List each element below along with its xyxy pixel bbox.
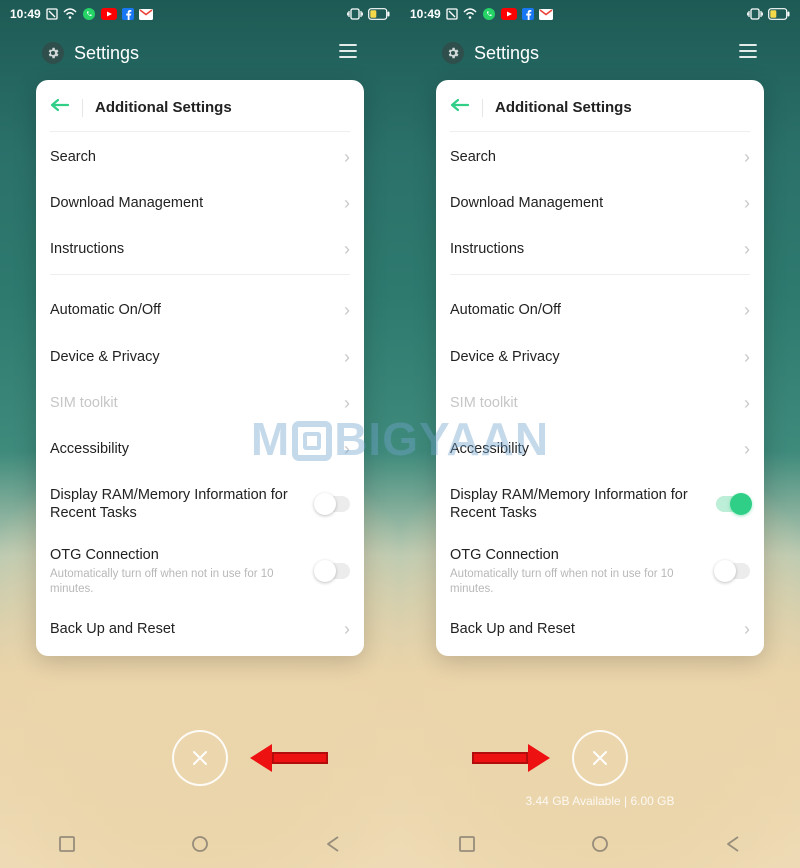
row-sim-toolkit: SIM toolkit› (436, 380, 764, 426)
otg-title: OTG Connection (450, 546, 690, 564)
wifi-icon (63, 8, 77, 20)
status-bar: 10:49 (400, 0, 800, 28)
chevron-right-icon: › (744, 394, 750, 412)
nav-recent-icon[interactable] (37, 820, 97, 868)
recents-title: Settings (74, 43, 139, 64)
chevron-right-icon: › (344, 240, 350, 258)
row-device-privacy[interactable]: Device & Privacy› (436, 334, 764, 380)
nav-back-icon[interactable] (703, 820, 763, 868)
annotation-arrow-left (250, 746, 328, 770)
nav-back-icon[interactable] (303, 820, 363, 868)
row-automatic-on-off[interactable]: Automatic On/Off› (36, 287, 364, 333)
row-download-management[interactable]: Download Management› (436, 180, 764, 226)
chevron-right-icon: › (344, 348, 350, 366)
row-automatic-on-off[interactable]: Automatic On/Off› (436, 287, 764, 333)
row-accessibility[interactable]: Accessibility› (436, 426, 764, 472)
card-title: Additional Settings (95, 99, 232, 116)
battery-icon (768, 8, 790, 20)
clear-all-button[interactable] (572, 730, 628, 786)
header-separator (482, 99, 483, 117)
whatsapp-icon (82, 7, 96, 21)
nav-recent-icon[interactable] (437, 820, 497, 868)
row-display-ram-toggle[interactable]: Display RAM/Memory Information for Recen… (36, 472, 364, 536)
chevron-right-icon: › (744, 440, 750, 458)
settings-app-icon (42, 42, 64, 64)
settings-card[interactable]: Additional Settings Search› Download Man… (36, 80, 364, 656)
chevron-right-icon: › (344, 440, 350, 458)
row-accessibility[interactable]: Accessibility› (36, 426, 364, 472)
recents-title: Settings (474, 43, 539, 64)
no-sim-icon (446, 8, 458, 20)
chevron-right-icon: › (344, 148, 350, 166)
row-display-ram-toggle[interactable]: Display RAM/Memory Information for Recen… (436, 472, 764, 536)
chevron-right-icon: › (344, 194, 350, 212)
clear-all-button[interactable] (172, 730, 228, 786)
row-search[interactable]: Search› (36, 134, 364, 180)
back-arrow-icon[interactable] (50, 98, 70, 117)
row-instructions[interactable]: Instructions› (36, 226, 364, 272)
chevron-right-icon: › (344, 620, 350, 638)
row-sim-toolkit: SIM toolkit› (36, 380, 364, 426)
row-otg-connection[interactable]: OTG Connection Automatically turn off wh… (36, 536, 364, 606)
battery-icon (368, 8, 390, 20)
settings-card[interactable]: Additional Settings Search› Download Man… (436, 80, 764, 656)
row-otg-connection[interactable]: OTG Connection Automatically turn off wh… (436, 536, 764, 606)
chevron-right-icon: › (744, 301, 750, 319)
close-icon (589, 747, 611, 769)
toggle-on-icon[interactable] (716, 496, 750, 512)
whatsapp-icon (482, 7, 496, 21)
chevron-right-icon: › (344, 301, 350, 319)
status-time: 10:49 (410, 7, 441, 21)
recents-header: Settings (400, 28, 800, 74)
lock-task-icon[interactable] (738, 43, 758, 64)
chevron-right-icon: › (744, 148, 750, 166)
vibrate-icon (347, 8, 363, 20)
toggle-off-icon[interactable] (716, 563, 750, 579)
system-nav-bar (400, 820, 800, 868)
status-bar: 10:49 (0, 0, 400, 28)
nav-home-icon[interactable] (170, 820, 230, 868)
recents-header: Settings (0, 28, 400, 74)
otg-title: OTG Connection (50, 546, 290, 564)
phone-screen-left: 10:49 Settings Additional Settings Searc… (0, 0, 400, 868)
status-time: 10:49 (10, 7, 41, 21)
facebook-icon (122, 8, 134, 20)
nav-home-icon[interactable] (570, 820, 630, 868)
settings-app-icon (442, 42, 464, 64)
facebook-icon (522, 8, 534, 20)
toggle-off-icon[interactable] (316, 496, 350, 512)
row-search[interactable]: Search› (436, 134, 764, 180)
youtube-icon (101, 8, 117, 20)
youtube-icon (501, 8, 517, 20)
chevron-right-icon: › (744, 620, 750, 638)
row-instructions[interactable]: Instructions› (436, 226, 764, 272)
lock-task-icon[interactable] (338, 43, 358, 64)
toggle-off-icon[interactable] (316, 563, 350, 579)
row-backup-reset[interactable]: Back Up and Reset› (36, 606, 364, 652)
chevron-right-icon: › (744, 348, 750, 366)
system-nav-bar (0, 820, 400, 868)
row-backup-reset[interactable]: Back Up and Reset› (436, 606, 764, 652)
otg-subtitle: Automatically turn off when not in use f… (50, 567, 290, 596)
row-device-privacy[interactable]: Device & Privacy› (36, 334, 364, 380)
row-download-management[interactable]: Download Management› (36, 180, 364, 226)
gmail-icon (139, 9, 153, 20)
phone-screen-right: 10:49 Settings Additional Settings Searc… (400, 0, 800, 868)
chevron-right-icon: › (344, 394, 350, 412)
vibrate-icon (747, 8, 763, 20)
close-icon (189, 747, 211, 769)
chevron-right-icon: › (744, 240, 750, 258)
card-title: Additional Settings (495, 99, 632, 116)
gmail-icon (539, 9, 553, 20)
annotation-arrow-right (472, 746, 550, 770)
memory-status-text: 3.44 GB Available | 6.00 GB (526, 794, 675, 808)
otg-subtitle: Automatically turn off when not in use f… (450, 567, 690, 596)
back-arrow-icon[interactable] (450, 98, 470, 117)
header-separator (82, 99, 83, 117)
no-sim-icon (46, 8, 58, 20)
chevron-right-icon: › (744, 194, 750, 212)
wifi-icon (463, 8, 477, 20)
